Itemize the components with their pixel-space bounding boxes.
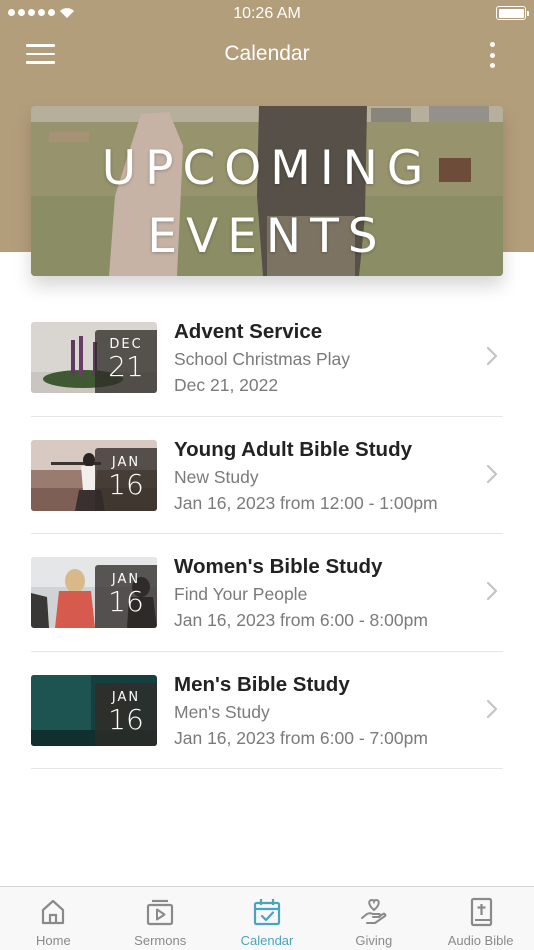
event-title: Men's Bible Study [174, 672, 350, 696]
giving-hand-heart-icon [360, 898, 387, 924]
video-play-icon [147, 899, 174, 926]
tab-label: Sermons [134, 933, 187, 948]
event-subtitle: Find Your People [174, 584, 308, 604]
status-bar: 10:26 AM [0, 0, 534, 28]
chevron-right-icon [486, 699, 498, 718]
event-thumbnail: JAN 16 [31, 439, 157, 511]
event-date: Dec 21, 2022 [174, 375, 279, 395]
battery-icon [496, 6, 529, 20]
tab-home[interactable]: Home [0, 887, 107, 950]
date-badge: JAN 16 [95, 565, 157, 628]
home-icon [42, 899, 65, 925]
tab-bar: Home Sermons Calendar Giving Audio Bible [0, 886, 534, 950]
tab-label: Giving [355, 933, 393, 948]
page-title: Calendar [224, 42, 310, 65]
tab-giving[interactable]: Giving [320, 887, 427, 950]
date-day: 16 [108, 467, 144, 501]
date-day: 16 [108, 585, 144, 618]
tab-calendar[interactable]: Calendar [214, 887, 321, 950]
more-options-icon[interactable] [484, 40, 502, 70]
event-date: Jan 16, 2023 from 12:00 - 1:00pm [174, 492, 438, 513]
calendar-check-icon [253, 899, 281, 926]
event-list: DEC 21 Advent Service School Christmas P… [31, 299, 503, 769]
banner-heading-line1: UPCOMING [101, 141, 433, 196]
event-item-womens-bible-study[interactable]: JAN 16 Women's Bible Study Find Your Peo… [31, 534, 503, 652]
date-day: 21 [108, 350, 144, 383]
event-date: Jan 16, 2023 from 6:00 - 7:00pm [174, 727, 428, 748]
event-subtitle: Men's Study [174, 701, 270, 722]
event-thumbnail: JAN 16 [31, 557, 157, 628]
event-title: Advent Service [174, 320, 323, 343]
chevron-right-icon [486, 464, 498, 483]
tab-label: Calendar [240, 933, 294, 948]
date-badge: DEC 21 [95, 330, 157, 393]
event-subtitle: School Christmas Play [174, 349, 351, 369]
chevron-right-icon [486, 346, 498, 366]
event-subtitle: New Study [174, 466, 259, 487]
banner-heading-line2: EVENTS [147, 209, 387, 264]
event-thumbnail: JAN 16 [31, 674, 157, 746]
event-date: Jan 16, 2023 from 6:00 - 8:00pm [174, 610, 428, 630]
event-title: Women's Bible Study [174, 555, 383, 578]
tab-audio-bible[interactable]: Audio Bible [427, 887, 534, 950]
tab-label: Audio Bible [447, 933, 514, 948]
chevron-right-icon [486, 581, 498, 601]
tab-sermons[interactable]: Sermons [107, 887, 214, 950]
event-item-mens-bible-study[interactable]: JAN 16 Men's Bible Study Men's Study Jan… [31, 652, 503, 769]
event-title: Young Adult Bible Study [174, 437, 413, 461]
date-badge: JAN 16 [95, 447, 157, 511]
event-item-advent-service[interactable]: DEC 21 Advent Service School Christmas P… [31, 299, 503, 417]
event-item-young-adult-bible-study[interactable]: JAN 16 Young Adult Bible Study New Study… [31, 417, 503, 534]
event-thumbnail: DEC 21 [31, 322, 157, 393]
tab-label: Home [36, 933, 71, 948]
navigation-bar: Calendar [0, 28, 534, 80]
date-day: 16 [108, 702, 144, 736]
banner-heading: UPCOMING EVENTS [31, 106, 503, 276]
date-badge: JAN 16 [95, 682, 157, 746]
upcoming-events-banner: UPCOMING EVENTS [31, 106, 503, 276]
status-time: 10:26 AM [233, 5, 301, 22]
bible-book-icon [470, 897, 492, 927]
